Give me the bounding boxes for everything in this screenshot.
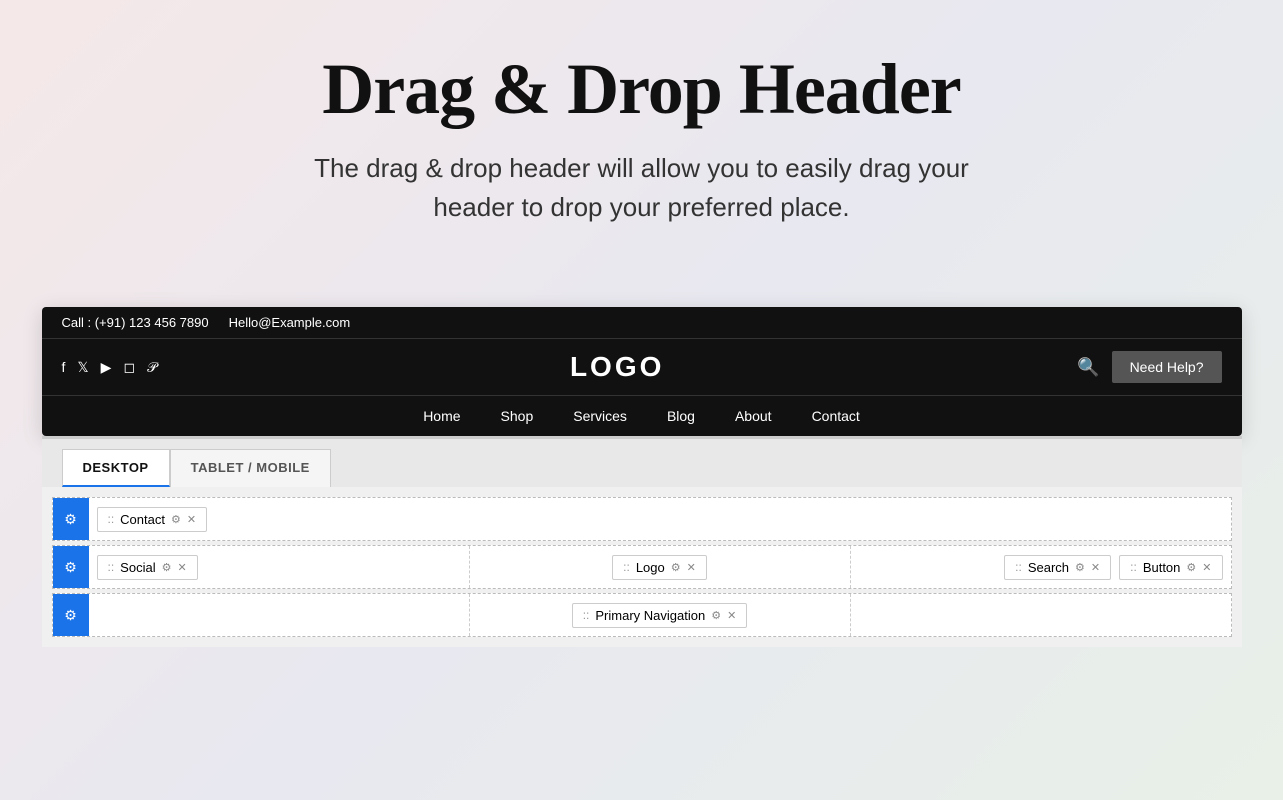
row3-settings-button[interactable]: ⚙ (53, 594, 89, 636)
gear-icon: ⚙ (64, 511, 77, 528)
social-block[interactable]: :: Social ⚙ ✕ (97, 555, 198, 580)
pinterest-icon[interactable]: 𝒫 (147, 359, 157, 376)
col-center-nav: :: Primary Navigation ⚙ ✕ (470, 594, 851, 636)
nav-item-home[interactable]: Home (423, 408, 460, 424)
need-help-button[interactable]: Need Help? (1112, 351, 1222, 383)
facebook-icon[interactable]: f (62, 359, 66, 375)
builder-section: DESKTOP TABLET / MOBILE ⚙ :: Contact ⚙ ✕ (42, 436, 1242, 647)
social-icons: f 𝕏 ▶ ◻ 𝒫 (62, 359, 158, 376)
header-topbar: Call : (+91) 123 456 7890 Hello@Example.… (42, 307, 1242, 338)
primary-nav-gear-icon[interactable]: ⚙ (711, 609, 721, 622)
hero-section: Drag & Drop Header The drag & drop heade… (0, 0, 1283, 307)
drag-handle-icon: :: (583, 608, 590, 622)
search-close-icon[interactable]: ✕ (1091, 561, 1100, 574)
drag-handle-icon: :: (108, 560, 115, 574)
logo-close-icon[interactable]: ✕ (687, 561, 696, 574)
col-right: :: Search ⚙ ✕ :: Button ⚙ ✕ (851, 546, 1231, 588)
drag-handle-icon: :: (1015, 560, 1022, 574)
header-right: 🔍 Need Help? (1077, 351, 1221, 383)
social-block-label: Social (120, 560, 155, 575)
search-block-label: Search (1028, 560, 1069, 575)
col-right-empty (851, 594, 1231, 636)
header-nav: Home Shop Services Blog About Contact (42, 395, 1242, 436)
builder-tabs: DESKTOP TABLET / MOBILE (42, 439, 1242, 487)
primary-nav-block[interactable]: :: Primary Navigation ⚙ ✕ (572, 603, 748, 628)
search-block[interactable]: :: Search ⚙ ✕ (1004, 555, 1111, 580)
header-main: f 𝕏 ▶ ◻ 𝒫 LOGO 🔍 Need Help? (42, 338, 1242, 395)
builder-row-3: ⚙ :: Primary Navigation ⚙ ✕ (52, 593, 1232, 637)
gear-icon: ⚙ (64, 559, 77, 576)
contact-gear-icon[interactable]: ⚙ (171, 513, 181, 526)
instagram-icon[interactable]: ◻ (123, 359, 135, 376)
nav-item-services[interactable]: Services (573, 408, 627, 424)
col-left-empty (89, 594, 470, 636)
row3-content: :: Primary Navigation ⚙ ✕ (89, 594, 1231, 636)
row2-content: :: Social ⚙ ✕ :: Logo ⚙ ✕ (89, 546, 1231, 588)
primary-nav-close-icon[interactable]: ✕ (727, 609, 736, 622)
youtube-icon[interactable]: ▶ (101, 359, 112, 376)
nav-item-contact[interactable]: Contact (812, 408, 860, 424)
hero-title: Drag & Drop Header (20, 50, 1263, 129)
col-center: :: Logo ⚙ ✕ (470, 546, 851, 588)
gear-icon: ⚙ (64, 607, 77, 624)
row1-content: :: Contact ⚙ ✕ (89, 498, 1231, 540)
logo-block[interactable]: :: Logo ⚙ ✕ (612, 555, 707, 580)
button-close-icon[interactable]: ✕ (1202, 561, 1211, 574)
hero-subtitle: The drag & drop header will allow you to… (292, 149, 992, 227)
search-gear-icon[interactable]: ⚙ (1075, 561, 1085, 574)
logo-block-label: Logo (636, 560, 665, 575)
button-gear-icon[interactable]: ⚙ (1186, 561, 1196, 574)
twitter-icon[interactable]: 𝕏 (77, 359, 88, 376)
tab-tablet-mobile[interactable]: TABLET / MOBILE (170, 449, 331, 487)
social-gear-icon[interactable]: ⚙ (162, 561, 172, 574)
drag-handle-icon: :: (108, 512, 115, 526)
drag-handle-icon: :: (623, 560, 630, 574)
builder-rows: ⚙ :: Contact ⚙ ✕ ⚙ :: S (42, 487, 1242, 647)
button-block[interactable]: :: Button ⚙ ✕ (1119, 555, 1222, 580)
nav-item-about[interactable]: About (735, 408, 772, 424)
nav-item-blog[interactable]: Blog (667, 408, 695, 424)
nav-item-shop[interactable]: Shop (501, 408, 534, 424)
tab-desktop[interactable]: DESKTOP (62, 449, 170, 487)
builder-row-1: ⚙ :: Contact ⚙ ✕ (52, 497, 1232, 541)
header-preview: Call : (+91) 123 456 7890 Hello@Example.… (42, 307, 1242, 436)
builder-row-2: ⚙ :: Social ⚙ ✕ :: Logo (52, 545, 1232, 589)
topbar-email: Hello@Example.com (229, 315, 351, 330)
button-block-label: Button (1143, 560, 1181, 575)
header-search-icon[interactable]: 🔍 (1077, 357, 1099, 378)
contact-block[interactable]: :: Contact ⚙ ✕ (97, 507, 208, 532)
primary-nav-block-label: Primary Navigation (595, 608, 705, 623)
header-logo: LOGO (570, 351, 664, 383)
row1-settings-button[interactable]: ⚙ (53, 498, 89, 540)
contact-block-label: Contact (120, 512, 165, 527)
logo-gear-icon[interactable]: ⚙ (671, 561, 681, 574)
row2-settings-button[interactable]: ⚙ (53, 546, 89, 588)
col-left: :: Social ⚙ ✕ (89, 546, 470, 588)
social-close-icon[interactable]: ✕ (177, 561, 186, 574)
contact-close-icon[interactable]: ✕ (187, 513, 196, 526)
topbar-phone: Call : (+91) 123 456 7890 (62, 315, 209, 330)
drag-handle-icon: :: (1130, 560, 1137, 574)
